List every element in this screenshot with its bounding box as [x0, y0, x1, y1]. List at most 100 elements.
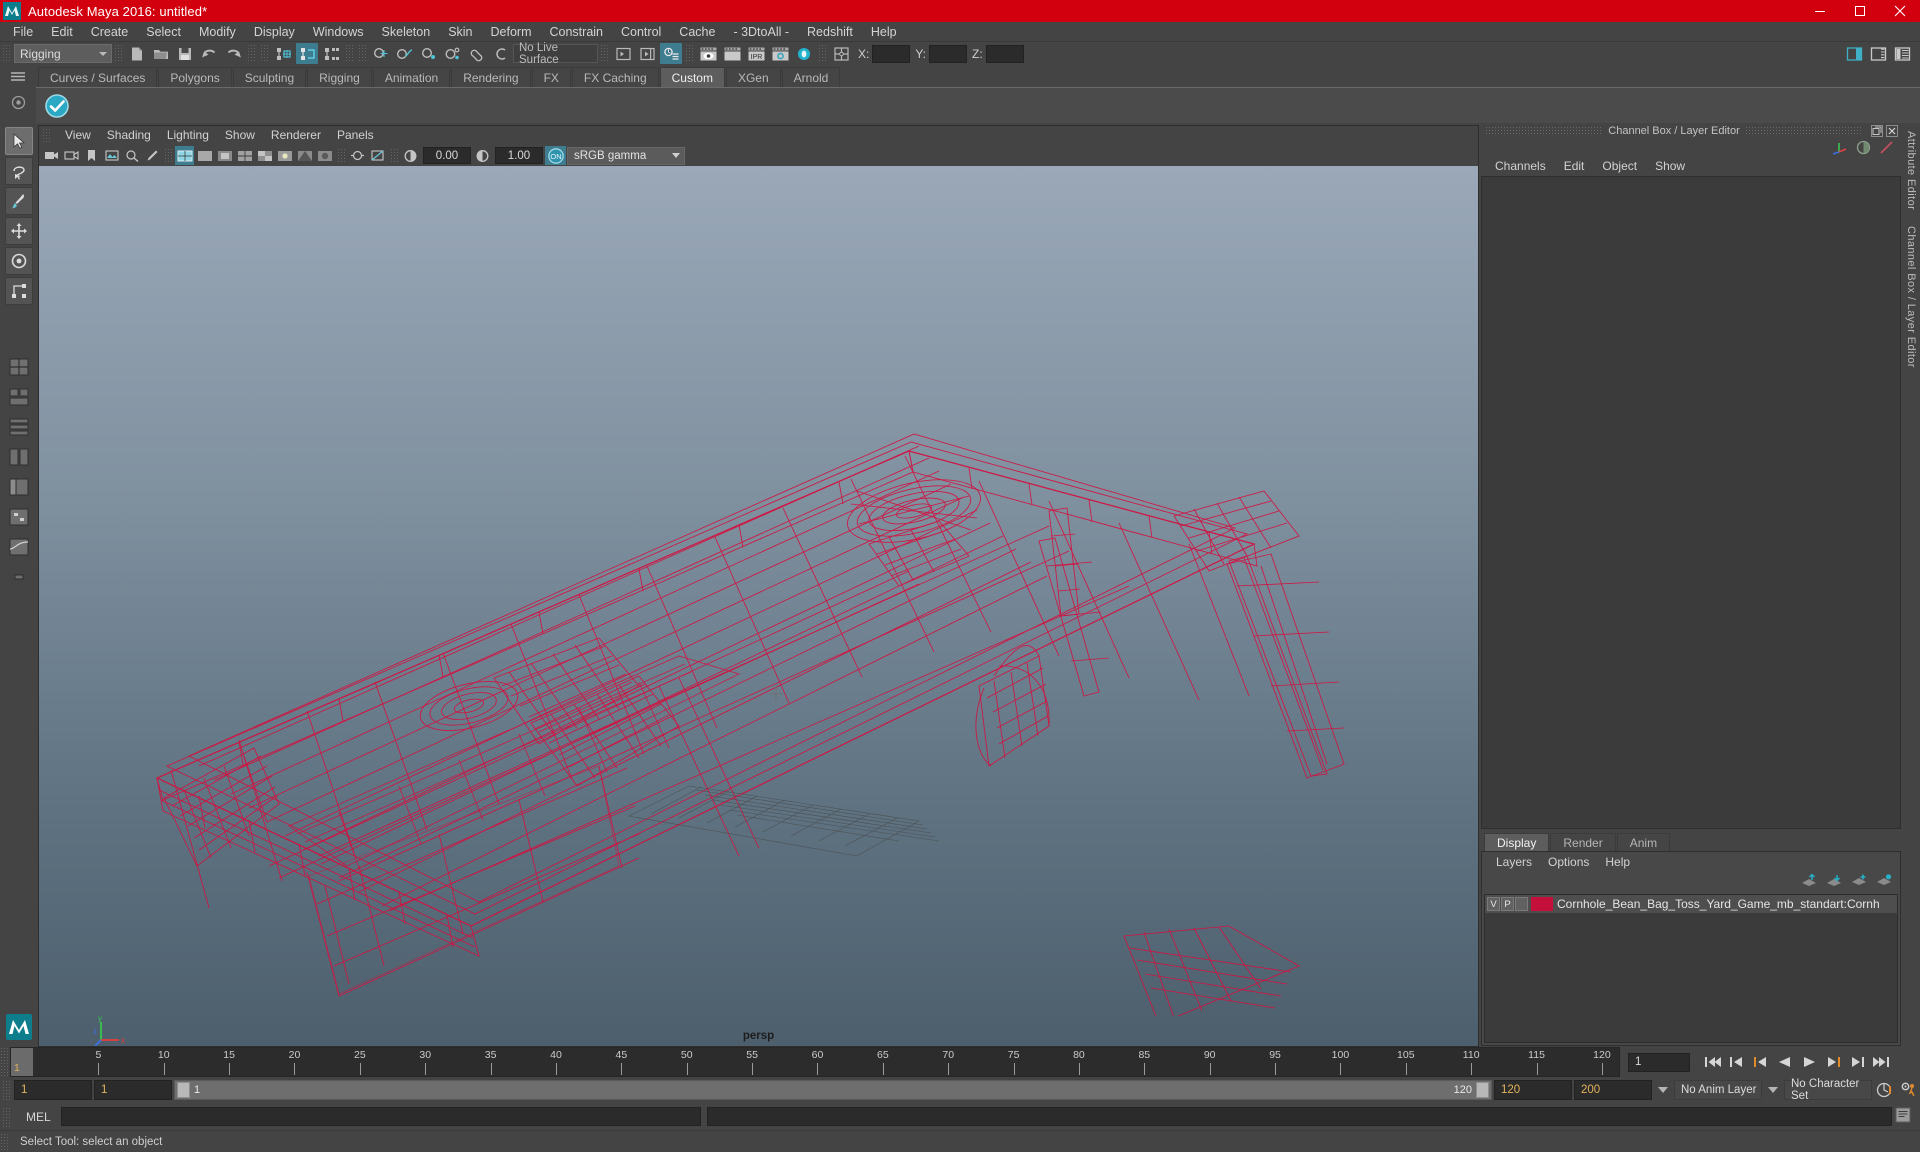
step-forward-frame-button[interactable] — [1822, 1051, 1844, 1073]
playback-end-time-field[interactable]: 120 — [1494, 1080, 1572, 1100]
menu-control[interactable]: Control — [612, 22, 670, 42]
help-line-gripper[interactable] — [0, 1132, 10, 1151]
snap-to-projected-center-icon[interactable] — [442, 43, 464, 64]
channel-menu-show[interactable]: Show — [1646, 159, 1694, 173]
shelf-options-icon[interactable] — [9, 95, 27, 110]
layer-tab-render[interactable]: Render — [1550, 833, 1616, 851]
script-language-label[interactable]: MEL — [12, 1110, 61, 1124]
multisample-aa-icon[interactable] — [368, 146, 387, 165]
toolbar-grip-3[interactable] — [260, 44, 269, 63]
channel-box-attribute-list[interactable] — [1481, 176, 1901, 829]
coord-z-field[interactable] — [985, 44, 1024, 63]
two-d-pan-zoom-icon[interactable] — [122, 146, 141, 165]
redshift-render-icon[interactable] — [793, 43, 815, 64]
channel-menu-edit[interactable]: Edit — [1555, 159, 1594, 173]
menu-file[interactable]: File — [4, 22, 42, 42]
layer-menu-help[interactable]: Help — [1597, 855, 1638, 869]
menu-edit[interactable]: Edit — [42, 22, 82, 42]
current-time-indicator[interactable]: 1 — [11, 1048, 33, 1076]
open-hypergraph-icon[interactable] — [636, 43, 658, 64]
range-handle-right[interactable] — [1476, 1082, 1489, 1098]
layer-color-swatch[interactable] — [1531, 897, 1553, 911]
shelf-tab-curves-surfaces[interactable]: Curves / Surfaces — [38, 67, 158, 87]
layout-persp-outliner-icon[interactable] — [5, 473, 33, 501]
layout-four-pane-icon[interactable] — [5, 443, 33, 471]
show-hide-channel-box-icon[interactable] — [1843, 43, 1865, 64]
ipr-render-icon[interactable]: IPR — [745, 43, 767, 64]
auto-keyframe-toggle[interactable] — [1874, 1079, 1896, 1101]
toolbar-grip-5[interactable] — [358, 44, 367, 63]
layout-single-pane-icon[interactable] — [5, 353, 33, 381]
animation-end-time-field[interactable]: 200 — [1574, 1080, 1652, 1100]
go-to-end-button[interactable] — [1870, 1051, 1892, 1073]
redo-icon[interactable] — [222, 43, 244, 64]
toolbar-grip-1[interactable] — [114, 44, 123, 63]
toolbar-grip-2[interactable] — [247, 44, 256, 63]
chevron-down-icon[interactable] — [1768, 1087, 1778, 1093]
live-surface-field[interactable]: No Live Surface — [513, 42, 598, 66]
current-frame-field[interactable]: 1 — [1628, 1052, 1690, 1072]
toggle-editors-icon[interactable] — [830, 43, 852, 64]
close-panel-icon[interactable] — [1886, 124, 1898, 137]
motion-blur-icon[interactable] — [348, 146, 367, 165]
layer-menu-layers[interactable]: Layers — [1488, 855, 1540, 869]
lasso-select-tool[interactable] — [5, 157, 33, 185]
smooth-shade-all-icon[interactable] — [195, 146, 214, 165]
statusline-gripper[interactable] — [2, 44, 11, 63]
layout-three-pane-icon[interactable] — [5, 413, 33, 441]
time-slider[interactable]: 1 5 10 15 20 25 30 35 40 45 50 55 60 65 70 75 80 85 90 95 1… — [10, 1047, 1620, 1077]
snap-to-view-plane-icon[interactable] — [466, 43, 488, 64]
menu-cache[interactable]: Cache — [670, 22, 724, 42]
rotate-tool[interactable] — [5, 247, 33, 275]
smooth-shade-selected-icon[interactable] — [215, 146, 234, 165]
viewport-menu-renderer[interactable]: Renderer — [263, 126, 329, 145]
open-attribute-editor-icon[interactable] — [660, 43, 682, 64]
use-all-lights-icon[interactable] — [275, 146, 294, 165]
range-handle-left[interactable] — [177, 1082, 190, 1098]
render-settings-icon[interactable] — [769, 43, 791, 64]
open-outliner-icon[interactable] — [612, 43, 634, 64]
create-layer-from-selected-icon[interactable] — [1876, 874, 1892, 890]
bookmark-icon[interactable] — [82, 146, 101, 165]
step-forward-key-button[interactable] — [1846, 1051, 1868, 1073]
shelf-tab-sculpting[interactable]: Sculpting — [232, 67, 307, 87]
select-by-hierarchy-icon[interactable] — [272, 43, 294, 64]
wireframe-shading-icon[interactable] — [175, 146, 194, 165]
grease-pencil-icon[interactable] — [142, 146, 161, 165]
maximize-icon[interactable] — [1840, 0, 1880, 22]
snap-to-curve-icon[interactable] — [394, 43, 416, 64]
command-input-field[interactable] — [60, 1107, 701, 1126]
range-slider-bar[interactable]: 1 120 — [174, 1080, 1492, 1100]
shadows-icon[interactable] — [295, 146, 314, 165]
wireframe-on-shaded-icon[interactable] — [235, 146, 254, 165]
shelf-item-checkmark-icon[interactable] — [40, 90, 74, 122]
chevron-down-icon[interactable] — [1658, 1087, 1668, 1093]
gamma-icon[interactable] — [473, 146, 492, 165]
select-by-object-type-icon[interactable] — [296, 43, 318, 64]
snap-to-point-icon[interactable] — [418, 43, 440, 64]
layout-two-pane-icon[interactable] — [5, 383, 33, 411]
channel-menu-object[interactable]: Object — [1593, 159, 1646, 173]
range-slider-gripper[interactable] — [2, 1080, 12, 1100]
menu-deform[interactable]: Deform — [482, 22, 541, 42]
menu-3dtoall[interactable]: - 3DtoAll - — [724, 22, 798, 42]
shading-sphere-icon[interactable] — [1856, 140, 1871, 158]
shelf-tab-rigging[interactable]: Rigging — [307, 67, 372, 87]
menu-select[interactable]: Select — [137, 22, 190, 42]
exposure-icon[interactable] — [401, 146, 420, 165]
scale-tool[interactable] — [5, 277, 33, 305]
menu-display[interactable]: Display — [245, 22, 304, 42]
layer-menu-options[interactable]: Options — [1540, 855, 1597, 869]
channel-box-tab-label[interactable]: Channel Box / Layer Editor — [1905, 226, 1917, 368]
select-tool[interactable] — [5, 127, 33, 155]
play-backwards-button[interactable] — [1774, 1051, 1796, 1073]
coord-x-field[interactable] — [872, 44, 911, 63]
layer-list[interactable]: V P Cornhole_Bean_Bag_Toss_Yard_Game_mb_… — [1484, 894, 1898, 1043]
deformer-ramp-icon[interactable] — [1879, 140, 1894, 158]
gamma-value[interactable]: 1.00 — [495, 147, 543, 164]
panel-drag-dots-left[interactable] — [1485, 126, 1604, 135]
viewport-menu-view[interactable]: View — [57, 126, 99, 145]
menu-modify[interactable]: Modify — [190, 22, 245, 42]
color-management-toggle-icon[interactable]: ON — [545, 146, 566, 165]
move-tool[interactable] — [5, 217, 33, 245]
